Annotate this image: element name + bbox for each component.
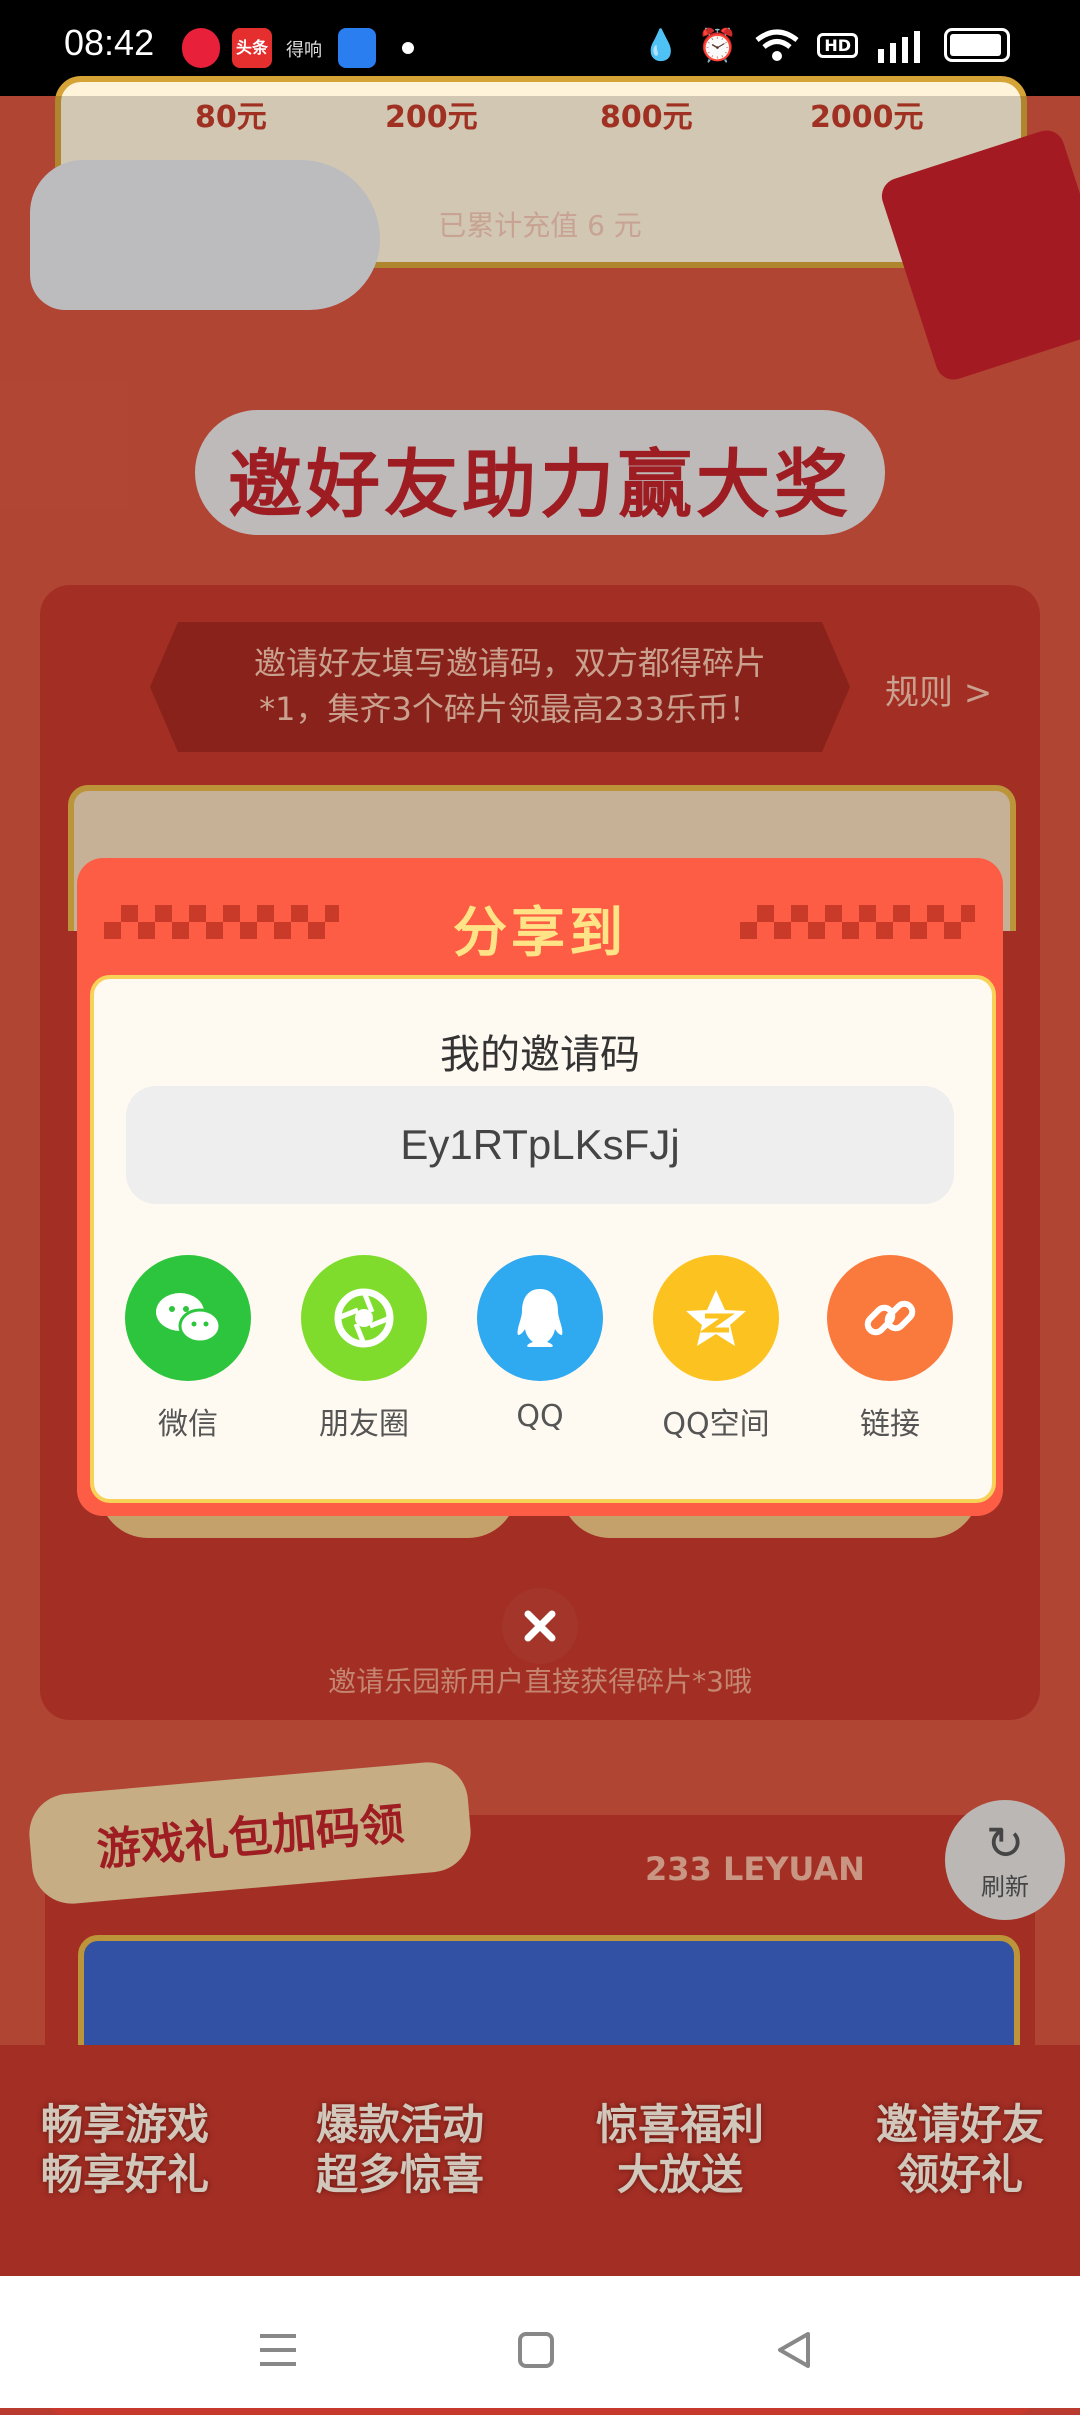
modal-title: 分享到 (453, 901, 627, 964)
close-modal-button[interactable] (502, 1588, 578, 1664)
blue-app-icon (338, 28, 376, 68)
share-label: 朋友圈 (319, 1407, 409, 1442)
back-triangle-icon (778, 2332, 810, 2368)
back-nav-button[interactable] (754, 2310, 834, 2390)
link-icon (827, 1255, 953, 1381)
share-label: 链接 (860, 1407, 920, 1442)
status-icons: 💧 ⏰ HD (642, 26, 1010, 64)
hd-icon: HD (817, 32, 858, 58)
share-label: QQ空间 (662, 1407, 770, 1442)
yinpin-app-label: 得响 (286, 40, 322, 61)
qzone-icon (653, 1255, 779, 1381)
video-app-icon (182, 28, 220, 68)
invite-code-label: 我的邀请码 (440, 1032, 640, 1078)
invite-code-field[interactable]: Ey1RTpLKsFJj (126, 1086, 954, 1204)
moments-icon (301, 1255, 427, 1381)
share-moments[interactable]: 朋友圈 (284, 1255, 444, 1443)
status-time: 08:42 (64, 22, 155, 63)
toutiao-app-icon: 头条 (232, 28, 272, 68)
close-icon (524, 1610, 556, 1642)
share-label: 微信 (158, 1407, 218, 1442)
wifi-icon (755, 29, 799, 61)
water-drop-icon: 💧 (642, 27, 680, 63)
wechat-icon (125, 1255, 251, 1381)
invite-code-value: Ey1RTpLKsFJj (400, 1121, 680, 1168)
more-notifications-dot (402, 42, 414, 54)
share-qzone[interactable]: QQ空间 (636, 1255, 796, 1443)
home-square-icon (518, 2332, 554, 2368)
menu-icon (260, 2334, 296, 2366)
alarm-icon: ⏰ (697, 26, 738, 64)
share-link[interactable]: 链接 (810, 1255, 970, 1443)
signal-5g-icon (878, 31, 920, 63)
share-label: QQ (516, 1399, 564, 1434)
toutiao-app-label: 头条 (235, 38, 268, 57)
home-nav-button[interactable] (496, 2310, 576, 2390)
qq-icon (477, 1255, 603, 1381)
yinpin-app-icon: 得响 (286, 36, 322, 62)
menu-nav-button[interactable] (238, 2310, 318, 2390)
share-wechat[interactable]: 微信 (108, 1255, 268, 1443)
battery-icon (944, 28, 1010, 62)
share-qq[interactable]: QQ (460, 1255, 620, 1434)
